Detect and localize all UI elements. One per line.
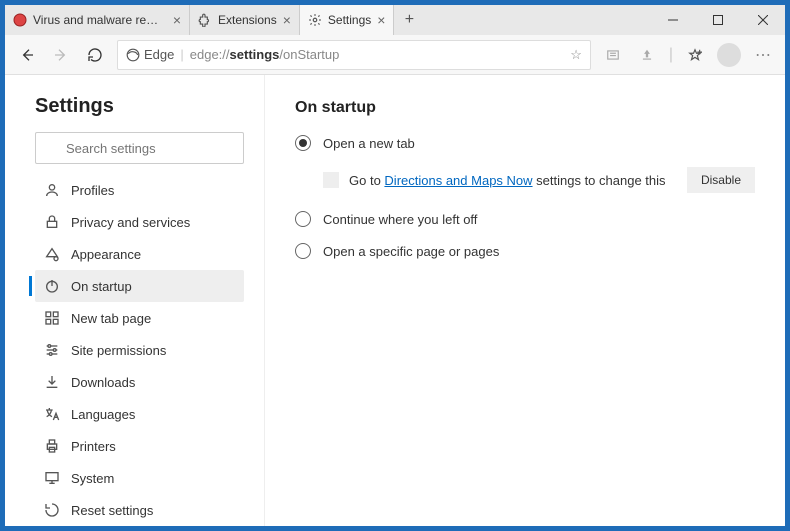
menu-label: Languages bbox=[71, 407, 135, 422]
close-icon[interactable]: × bbox=[377, 12, 385, 28]
favorites-icon[interactable] bbox=[683, 43, 707, 67]
extension-icon bbox=[323, 172, 339, 188]
more-menu-button[interactable]: ⋯ bbox=[751, 43, 775, 67]
sliders-icon bbox=[43, 341, 61, 359]
option-label: Open a new tab bbox=[323, 136, 415, 151]
window-controls bbox=[650, 5, 785, 35]
address-bar[interactable]: Edge | edge://settings/onStartup ☆ bbox=[117, 40, 591, 70]
profile-avatar[interactable] bbox=[717, 43, 741, 67]
toolbar-actions: | ⋯ bbox=[601, 43, 775, 67]
menu-label: Site permissions bbox=[71, 343, 166, 358]
download-icon bbox=[43, 373, 61, 391]
separator: | bbox=[180, 47, 183, 62]
search-input[interactable] bbox=[35, 132, 244, 164]
sidebar-item-privacy[interactable]: Privacy and services bbox=[35, 206, 244, 238]
gear-icon bbox=[308, 13, 322, 27]
downloads-icon[interactable] bbox=[635, 43, 659, 67]
tab-title: Settings bbox=[328, 13, 371, 27]
override-text: Go to Directions and Maps Now settings t… bbox=[349, 173, 666, 188]
settings-sidebar: Settings Profiles Privacy and services A… bbox=[5, 75, 265, 526]
menu-label: Profiles bbox=[71, 183, 114, 198]
settings-main: On startup Open a new tab Go to Directio… bbox=[265, 75, 785, 526]
address-text: edge://settings/onStartup bbox=[190, 47, 340, 62]
sidebar-item-site-permissions[interactable]: Site permissions bbox=[35, 334, 244, 366]
menu-label: New tab page bbox=[71, 311, 151, 326]
new-tab-button[interactable]: + bbox=[394, 5, 424, 35]
printer-icon bbox=[43, 437, 61, 455]
menu-label: System bbox=[71, 471, 114, 486]
sidebar-item-languages[interactable]: Languages bbox=[35, 398, 244, 430]
reading-view-icon[interactable] bbox=[601, 43, 625, 67]
menu-label: Downloads bbox=[71, 375, 135, 390]
extension-link[interactable]: Directions and Maps Now bbox=[384, 173, 532, 188]
tab-item[interactable]: Virus and malware removal instructions × bbox=[5, 5, 190, 35]
sidebar-title: Settings bbox=[35, 95, 244, 118]
grid-icon bbox=[43, 309, 61, 327]
menu-label: On startup bbox=[71, 279, 132, 294]
option-label: Open a specific page or pages bbox=[323, 244, 499, 259]
tab-title: Virus and malware removal instructions bbox=[33, 13, 167, 27]
close-window-button[interactable] bbox=[740, 5, 785, 35]
sidebar-item-appearance[interactable]: Appearance bbox=[35, 238, 244, 270]
tab-item[interactable]: Settings × bbox=[300, 5, 395, 35]
startup-option[interactable]: Open a specific page or pages bbox=[295, 243, 755, 259]
sidebar-item-reset[interactable]: Reset settings bbox=[35, 494, 244, 526]
reset-icon bbox=[43, 501, 61, 519]
startup-option[interactable]: Continue where you left off bbox=[295, 211, 755, 227]
radio-icon bbox=[295, 135, 311, 151]
back-button[interactable] bbox=[15, 43, 39, 67]
monitor-icon bbox=[43, 469, 61, 487]
settings-menu: Profiles Privacy and services Appearance… bbox=[35, 174, 244, 526]
extension-override-row: Go to Directions and Maps Now settings t… bbox=[323, 167, 755, 193]
radio-icon bbox=[295, 243, 311, 259]
menu-label: Appearance bbox=[71, 247, 141, 262]
tab-title: Extensions bbox=[218, 13, 277, 27]
lock-icon bbox=[43, 213, 61, 231]
tab-strip: Virus and malware removal instructions ×… bbox=[5, 5, 650, 35]
titlebar: Virus and malware removal instructions ×… bbox=[5, 5, 785, 35]
person-icon bbox=[43, 181, 61, 199]
toolbar: Edge | edge://settings/onStartup ☆ | ⋯ bbox=[5, 35, 785, 75]
disable-button[interactable]: Disable bbox=[687, 167, 755, 193]
sidebar-item-new-tab[interactable]: New tab page bbox=[35, 302, 244, 334]
option-label: Continue where you left off bbox=[323, 212, 477, 227]
tab-item[interactable]: Extensions × bbox=[190, 5, 300, 35]
paint-icon bbox=[43, 245, 61, 263]
forward-button[interactable] bbox=[49, 43, 73, 67]
edge-logo-icon: Edge bbox=[126, 47, 174, 62]
menu-label: Privacy and services bbox=[71, 215, 190, 230]
sidebar-item-on-startup[interactable]: On startup bbox=[35, 270, 244, 302]
address-prefix: Edge bbox=[144, 47, 174, 62]
maximize-button[interactable] bbox=[695, 5, 740, 35]
content-area: Settings Profiles Privacy and services A… bbox=[5, 75, 785, 526]
browser-window: Virus and malware removal instructions ×… bbox=[5, 5, 785, 526]
sidebar-item-profiles[interactable]: Profiles bbox=[35, 174, 244, 206]
site-favicon-icon bbox=[13, 13, 27, 27]
refresh-button[interactable] bbox=[83, 43, 107, 67]
menu-label: Reset settings bbox=[71, 503, 153, 518]
menu-label: Printers bbox=[71, 439, 116, 454]
search-wrap bbox=[35, 132, 244, 164]
startup-option[interactable]: Open a new tab bbox=[295, 135, 755, 151]
close-icon[interactable]: × bbox=[283, 12, 291, 28]
separator: | bbox=[669, 46, 673, 64]
close-icon[interactable]: × bbox=[173, 12, 181, 28]
sidebar-item-downloads[interactable]: Downloads bbox=[35, 366, 244, 398]
minimize-button[interactable] bbox=[650, 5, 695, 35]
sidebar-item-system[interactable]: System bbox=[35, 462, 244, 494]
page-heading: On startup bbox=[295, 99, 755, 117]
power-icon bbox=[43, 277, 61, 295]
language-icon bbox=[43, 405, 61, 423]
sidebar-item-printers[interactable]: Printers bbox=[35, 430, 244, 462]
radio-icon bbox=[295, 211, 311, 227]
puzzle-icon bbox=[198, 13, 212, 27]
favorite-icon[interactable]: ☆ bbox=[570, 47, 582, 63]
